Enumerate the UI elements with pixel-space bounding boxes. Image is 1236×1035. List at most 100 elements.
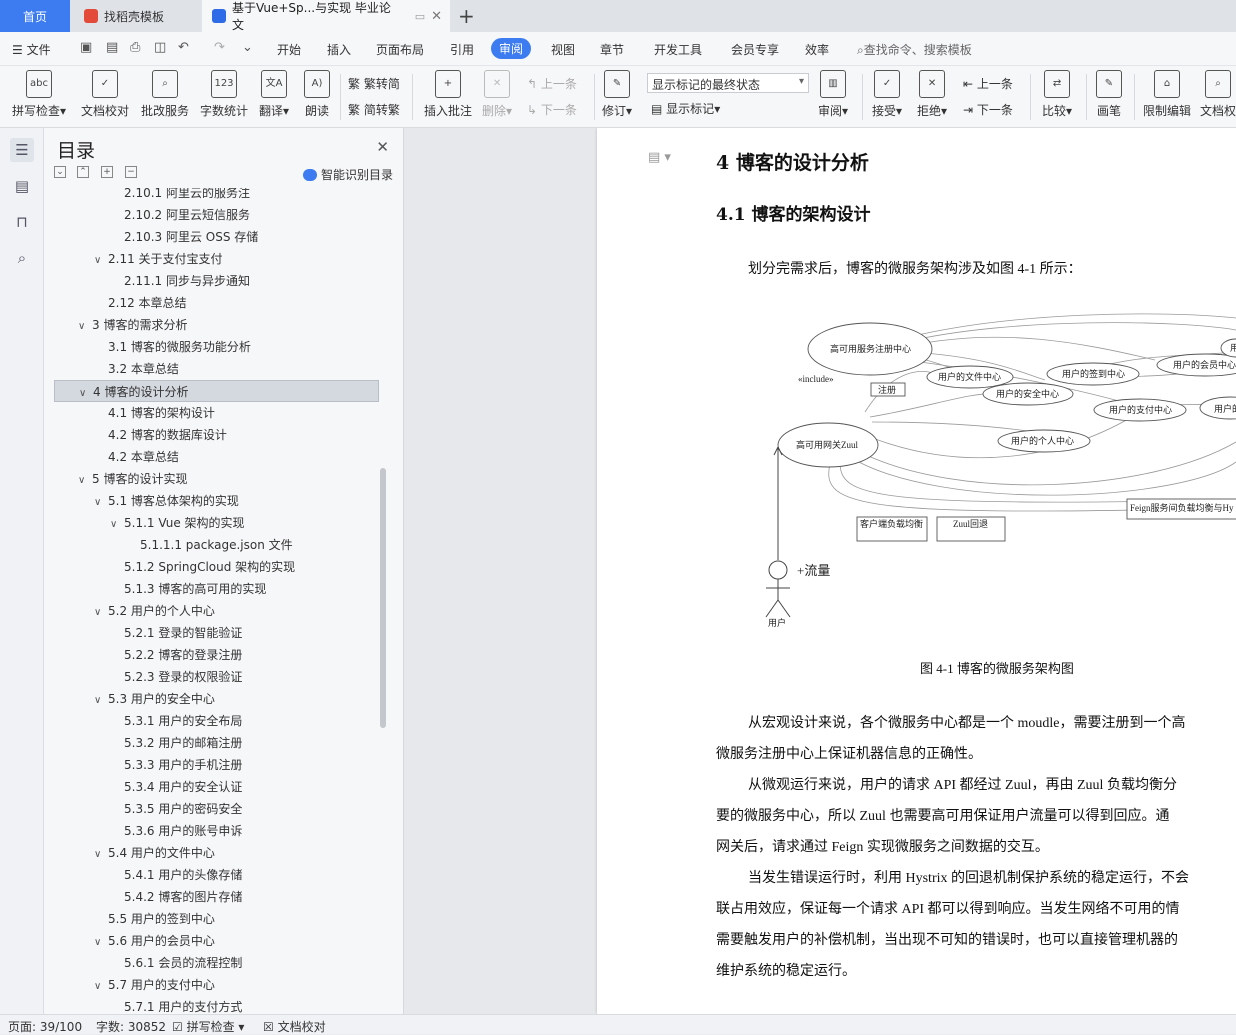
menu-reference[interactable]: 引用 — [450, 41, 474, 58]
status-doc-check[interactable]: ☒ 文档校对 — [263, 1018, 326, 1035]
print-preview-icon[interactable]: ◫ — [154, 40, 166, 55]
chevron-down-icon[interactable]: ∨ — [94, 932, 108, 954]
command-search[interactable]: ⌕查找命令、搜索模板 — [857, 41, 972, 58]
toc-item[interactable]: 5.1.2 SpringCloud 架构的实现 — [110, 556, 295, 578]
reject-button[interactable]: ✕ 拒绝▾ — [917, 70, 947, 119]
screen-icon[interactable]: ▭ — [415, 10, 425, 23]
add-heading-icon[interactable]: + — [101, 166, 113, 178]
toc-item[interactable]: 5.3.4 用户的安全认证 — [110, 776, 242, 798]
toc-item[interactable]: 5.1.1.1 package.json 文件 — [126, 534, 293, 556]
insert-comment-button[interactable]: + 插入批注 — [424, 70, 472, 119]
print-icon[interactable]: ⎙ — [130, 40, 140, 55]
toc-item[interactable]: 5.2.3 登录的权限验证 — [110, 666, 242, 688]
undo-icon[interactable]: ↶ — [178, 40, 189, 55]
toc-item[interactable]: 5.2.1 登录的智能验证 — [110, 622, 242, 644]
review-pane-button[interactable]: ▥ 审阅▾ — [818, 70, 848, 119]
toc-item[interactable]: ∨ 5.6 用户的会员中心 — [94, 930, 215, 952]
read-aloud-button[interactable]: A) 朗读 — [304, 70, 330, 119]
toc-item[interactable]: ∨ 5 博客的设计实现 — [78, 468, 187, 490]
smart-toc-button[interactable]: 智能识别目录 — [302, 166, 393, 183]
toc-item[interactable]: ∨ 4 博客的设计分析 — [54, 380, 379, 402]
doc-check-button[interactable]: ✓ 文档校对 — [81, 70, 129, 119]
toc-item[interactable]: 5.3.5 用户的密码安全 — [110, 798, 242, 820]
close-icon[interactable]: ✕ — [376, 138, 389, 156]
toc-item[interactable]: ∨ 2.11 关于支付宝支付 — [94, 248, 223, 270]
chevron-down-icon[interactable]: ∨ — [110, 514, 124, 536]
customize-icon[interactable]: ⌄ — [242, 40, 253, 55]
chevron-down-icon[interactable]: ∨ — [94, 976, 108, 998]
menu-dev-tools[interactable]: 开发工具 — [654, 41, 702, 58]
word-count[interactable]: 字数: 30852 — [96, 1018, 166, 1035]
toc-item[interactable]: 2.10.2 阿里云短信服务 — [110, 204, 250, 226]
menu-member[interactable]: 会员专享 — [731, 41, 779, 58]
toc-item[interactable]: 3.1 博客的微服务功能分析 — [94, 336, 251, 358]
menu-layout[interactable]: 页面布局 — [376, 41, 424, 58]
menu-efficiency[interactable]: 效率 — [805, 41, 829, 58]
toc-item[interactable]: 2.11.1 同步与异步通知 — [110, 270, 250, 292]
tab-home[interactable]: 首页 — [0, 0, 70, 32]
pen-button[interactable]: ✎ 画笔 — [1096, 70, 1122, 119]
menu-chapter[interactable]: 章节 — [600, 41, 624, 58]
toc-item[interactable]: 5.3.6 用户的账号申诉 — [110, 820, 242, 842]
toc-item[interactable]: 2.12 本章总结 — [94, 292, 187, 314]
toc-item[interactable]: 5.1.3 博客的高可用的实现 — [110, 578, 266, 600]
toc-item[interactable]: 4.2 博客的数据库设计 — [94, 424, 227, 446]
restrict-edit-button[interactable]: ⌂ 限制编辑 — [1143, 70, 1191, 119]
toc-item[interactable]: ∨ 5.1 博客总体架构的实现 — [94, 490, 239, 512]
save-icon[interactable]: ▣ — [80, 40, 92, 55]
prev-comment-button[interactable]: ↰ 上一条 — [527, 75, 577, 92]
toc-item[interactable]: 4.1 博客的架构设计 — [94, 402, 215, 424]
status-spell-check[interactable]: ☑ 拼写检查 ▾ — [172, 1018, 244, 1035]
remove-heading-icon[interactable]: − — [125, 166, 137, 178]
show-marks-button[interactable]: ▤ 显示标记▾ — [651, 100, 720, 117]
expand-up-icon[interactable]: ⌃ — [77, 166, 89, 178]
bookmark-icon[interactable]: ⊓ — [10, 210, 34, 234]
file-menu[interactable]: ☰ 文件 — [12, 41, 51, 58]
batch-service-button[interactable]: ⌕ 批改服务 — [141, 70, 189, 119]
toc-item[interactable]: 5.4.1 用户的头像存储 — [110, 864, 242, 886]
page-indicator[interactable]: 页面: 39/100 — [8, 1018, 82, 1035]
toc-item[interactable]: ∨ 5.2 用户的个人中心 — [94, 600, 215, 622]
chevron-down-icon[interactable]: ∨ — [79, 383, 93, 405]
chevron-down-icon[interactable]: ∨ — [94, 690, 108, 712]
export-pdf-icon[interactable]: ▤ — [106, 40, 118, 55]
toc-item[interactable]: 5.3.1 用户的安全布局 — [110, 710, 242, 732]
simp-to-trad-button[interactable]: 繁 简转繁 — [348, 101, 400, 118]
toc-item[interactable]: 5.2.2 博客的登录注册 — [110, 644, 242, 666]
word-count-button[interactable]: 123 字数统计 — [200, 70, 248, 119]
menu-review[interactable]: 审阅 — [491, 38, 532, 59]
toc-item[interactable]: 2.10.3 阿里云 OSS 存储 — [110, 226, 258, 248]
toc-item[interactable]: 3.2 本章总结 — [94, 358, 179, 380]
toc-item[interactable]: 5.5 用户的签到中心 — [94, 908, 215, 930]
search-icon[interactable]: ⌕ — [10, 246, 34, 270]
toc-item[interactable]: 5.7.1 用户的支付方式 — [110, 996, 242, 1014]
next-change-button[interactable]: ⇥ 下一条 — [963, 101, 1013, 118]
toc-item[interactable]: ∨ 5.7 用户的支付中心 — [94, 974, 215, 996]
tab-template[interactable]: 找稻壳模板 — [72, 0, 200, 32]
mark-state-select[interactable]: 显示标记的最终状态 ▾ — [647, 73, 809, 93]
doc-permission-button[interactable]: ⌕ 文档权 — [1200, 70, 1236, 119]
toc-item[interactable]: ∨ 3 博客的需求分析 — [78, 314, 187, 336]
collapse-all-icon[interactable]: ⌄ — [54, 166, 66, 178]
chapter-nav-icon[interactable]: ▤ — [10, 174, 34, 198]
tab-document[interactable]: 基于Vue+Sp...与实现 毕业论文 ▭ ✕ — [202, 0, 450, 32]
toc-scrollbar[interactable] — [380, 468, 386, 728]
accept-button[interactable]: ✓ 接受▾ — [872, 70, 902, 119]
delete-comment-button[interactable]: ✕ 删除▾ — [482, 70, 512, 119]
page-outline-icon[interactable]: ▤ ▾ — [648, 150, 671, 165]
toc-item[interactable]: 5.3.2 用户的邮箱注册 — [110, 732, 242, 754]
toc-item[interactable]: 5.3.3 用户的手机注册 — [110, 754, 242, 776]
close-tab-icon[interactable]: ✕ — [431, 9, 442, 24]
toc-item[interactable]: 4.2 本章总结 — [94, 446, 179, 468]
chevron-down-icon[interactable]: ∨ — [78, 470, 92, 492]
chevron-down-icon[interactable]: ∨ — [78, 316, 92, 338]
trad-to-simp-button[interactable]: 繁 繁转简 — [348, 75, 400, 92]
toc-item[interactable]: 5.6.1 会员的流程控制 — [110, 952, 242, 974]
spell-check-button[interactable]: abc 拼写检查▾ — [12, 70, 66, 119]
chevron-down-icon[interactable]: ∨ — [94, 492, 108, 514]
translate-button[interactable]: 文A 翻译▾ — [259, 70, 289, 119]
menu-insert[interactable]: 插入 — [327, 41, 351, 58]
toc-item[interactable]: 2.10.1 阿里云的服务注 — [110, 188, 250, 204]
toc-item[interactable]: ∨ 5.4 用户的文件中心 — [94, 842, 215, 864]
revise-button[interactable]: ✎ 修订▾ — [602, 70, 632, 119]
